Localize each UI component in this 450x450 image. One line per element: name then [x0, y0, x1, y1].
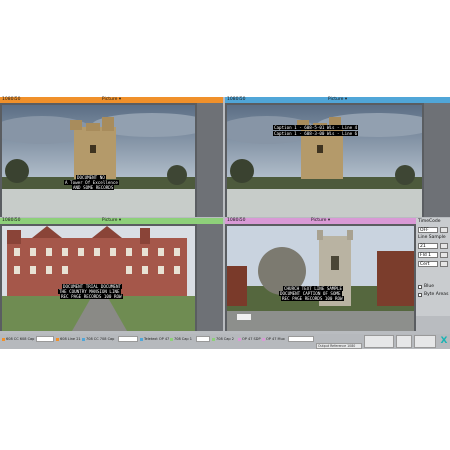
mode-select[interactable]: OFF: [418, 227, 438, 233]
mansion-picture: [2, 226, 195, 331]
color-swatch: [262, 337, 265, 341]
field-arrow-button[interactable]: [440, 252, 448, 258]
field-select[interactable]: Fld 1: [418, 252, 438, 258]
resolution-label: 1080i50: [2, 218, 21, 223]
status-field-2[interactable]: [118, 336, 138, 342]
resolution-label: 1080i50: [227, 218, 246, 223]
color-swatch: [140, 337, 143, 341]
caption-line: REC PAGE RECORDS 100 ROW: [281, 296, 344, 301]
view-mode-dropdown[interactable]: Picture: [311, 218, 330, 224]
status-field-1[interactable]: [36, 336, 54, 342]
line-number-field[interactable]: 21: [418, 243, 438, 249]
status-item-5[interactable]: 708 Cap 1: [170, 336, 192, 342]
timecode-panel: TimeCode OFF Line Sample 21 Fld 1 Cert B…: [416, 218, 450, 316]
byte-areas-checkbox[interactable]: [418, 293, 422, 297]
blue-label: Blue: [424, 284, 434, 289]
video-pane-4[interactable]: 1080i50 Picture CHURCH TEXT LINE SAMPLE …: [225, 218, 416, 331]
church-picture: [227, 226, 414, 331]
source-select[interactable]: Cert: [418, 261, 438, 267]
status-item-4[interactable]: Teletext OP 47: [140, 336, 169, 342]
color-swatch: [170, 337, 173, 341]
output-reference-box: Output Reference 1080: [316, 343, 362, 349]
video-frame-mansion: DOCUMENT TRIAL DOCUMENT THE COUNTRY MANS…: [2, 226, 195, 331]
video-frame-tower-captioned: Caption 1 - 608-5-01 Wis - Line 4 Captio…: [227, 105, 422, 217]
view-mode-dropdown[interactable]: Picture: [102, 218, 121, 224]
color-swatch: [56, 337, 59, 341]
color-swatch: [2, 337, 5, 341]
status-info-box-1: [364, 335, 394, 348]
status-item-3[interactable]: 708 CC 708 Cap: [82, 336, 114, 342]
close-icon[interactable]: X: [439, 336, 449, 346]
status-field-3[interactable]: [196, 336, 210, 342]
color-swatch: [238, 337, 241, 341]
status-bar: 608 CC 608 Cap 608 Line 21 708 CC 708 Ca…: [0, 334, 450, 349]
video-frame-church: CHURCH TEXT LINE SAMPLE DOCUMENT CAPTION…: [227, 226, 414, 331]
resolution-label: 1080i50: [2, 97, 21, 102]
caption-line: Caption 1 - 608-3-00 Wis - Line 6: [273, 131, 359, 136]
line-stepper-button[interactable]: [440, 243, 448, 249]
status-item-6[interactable]: 708 Cap 2: [212, 336, 234, 342]
color-swatch: [82, 337, 85, 341]
video-pane-2[interactable]: 1080i50 Picture Caption 1 - 608-5-01 Wis…: [225, 97, 450, 217]
pane-side-panel: [197, 103, 223, 217]
caption-line: REC PAGE RECORDS 100 ROW: [60, 294, 123, 299]
caption-line: Caption 1 - 608-5-01 Wis - Line 4: [273, 125, 359, 130]
status-item-8[interactable]: OP 47 Mux: [262, 336, 285, 342]
status-info-box-3: [414, 335, 436, 348]
view-mode-dropdown[interactable]: Picture: [102, 97, 121, 103]
pane-side-panel: [197, 224, 223, 331]
pane-4-header[interactable]: 1080i50 Picture: [225, 218, 416, 224]
caption-line: AND SOME RECORDS: [72, 185, 115, 190]
tower-picture: [2, 105, 195, 217]
caption-monitor-app: 1080i50 Picture DOCUMENT NO A Tower Of E…: [0, 97, 450, 349]
line-sample-label: Line Sample: [418, 235, 446, 240]
video-pane-1[interactable]: 1080i50 Picture DOCUMENT NO A Tower Of E…: [0, 97, 223, 217]
pane-1-header[interactable]: 1080i50 Picture: [0, 97, 223, 103]
pane-2-header[interactable]: 1080i50 Picture: [225, 97, 450, 103]
status-info-box-2: [396, 335, 412, 348]
pane-3-header[interactable]: 1080i50 Picture: [0, 218, 223, 224]
video-frame-tower: DOCUMENT NO A Tower Of Excellence AND SO…: [2, 105, 195, 217]
source-arrow-button[interactable]: [440, 261, 448, 267]
status-field-4[interactable]: [288, 336, 314, 342]
blue-checkbox[interactable]: [418, 285, 422, 289]
tower-picture: [227, 105, 422, 217]
mode-arrow-button[interactable]: [440, 227, 448, 233]
status-item-2[interactable]: 608 Line 21: [56, 336, 81, 342]
resolution-label: 1080i50: [227, 97, 246, 102]
pane-side-panel: [424, 103, 450, 217]
view-mode-dropdown[interactable]: Picture: [328, 97, 347, 103]
status-item-1[interactable]: 608 CC 608 Cap: [2, 336, 34, 342]
color-swatch: [212, 337, 215, 341]
video-pane-3[interactable]: 1080i50 Picture ▾ DOCUMENT TRIAL DOCUMEN…: [0, 218, 223, 331]
status-item-7[interactable]: OP 47 SDP: [238, 336, 261, 342]
byte-areas-label: Byte Areas: [424, 292, 449, 297]
panel-title: TimeCode: [418, 219, 441, 224]
